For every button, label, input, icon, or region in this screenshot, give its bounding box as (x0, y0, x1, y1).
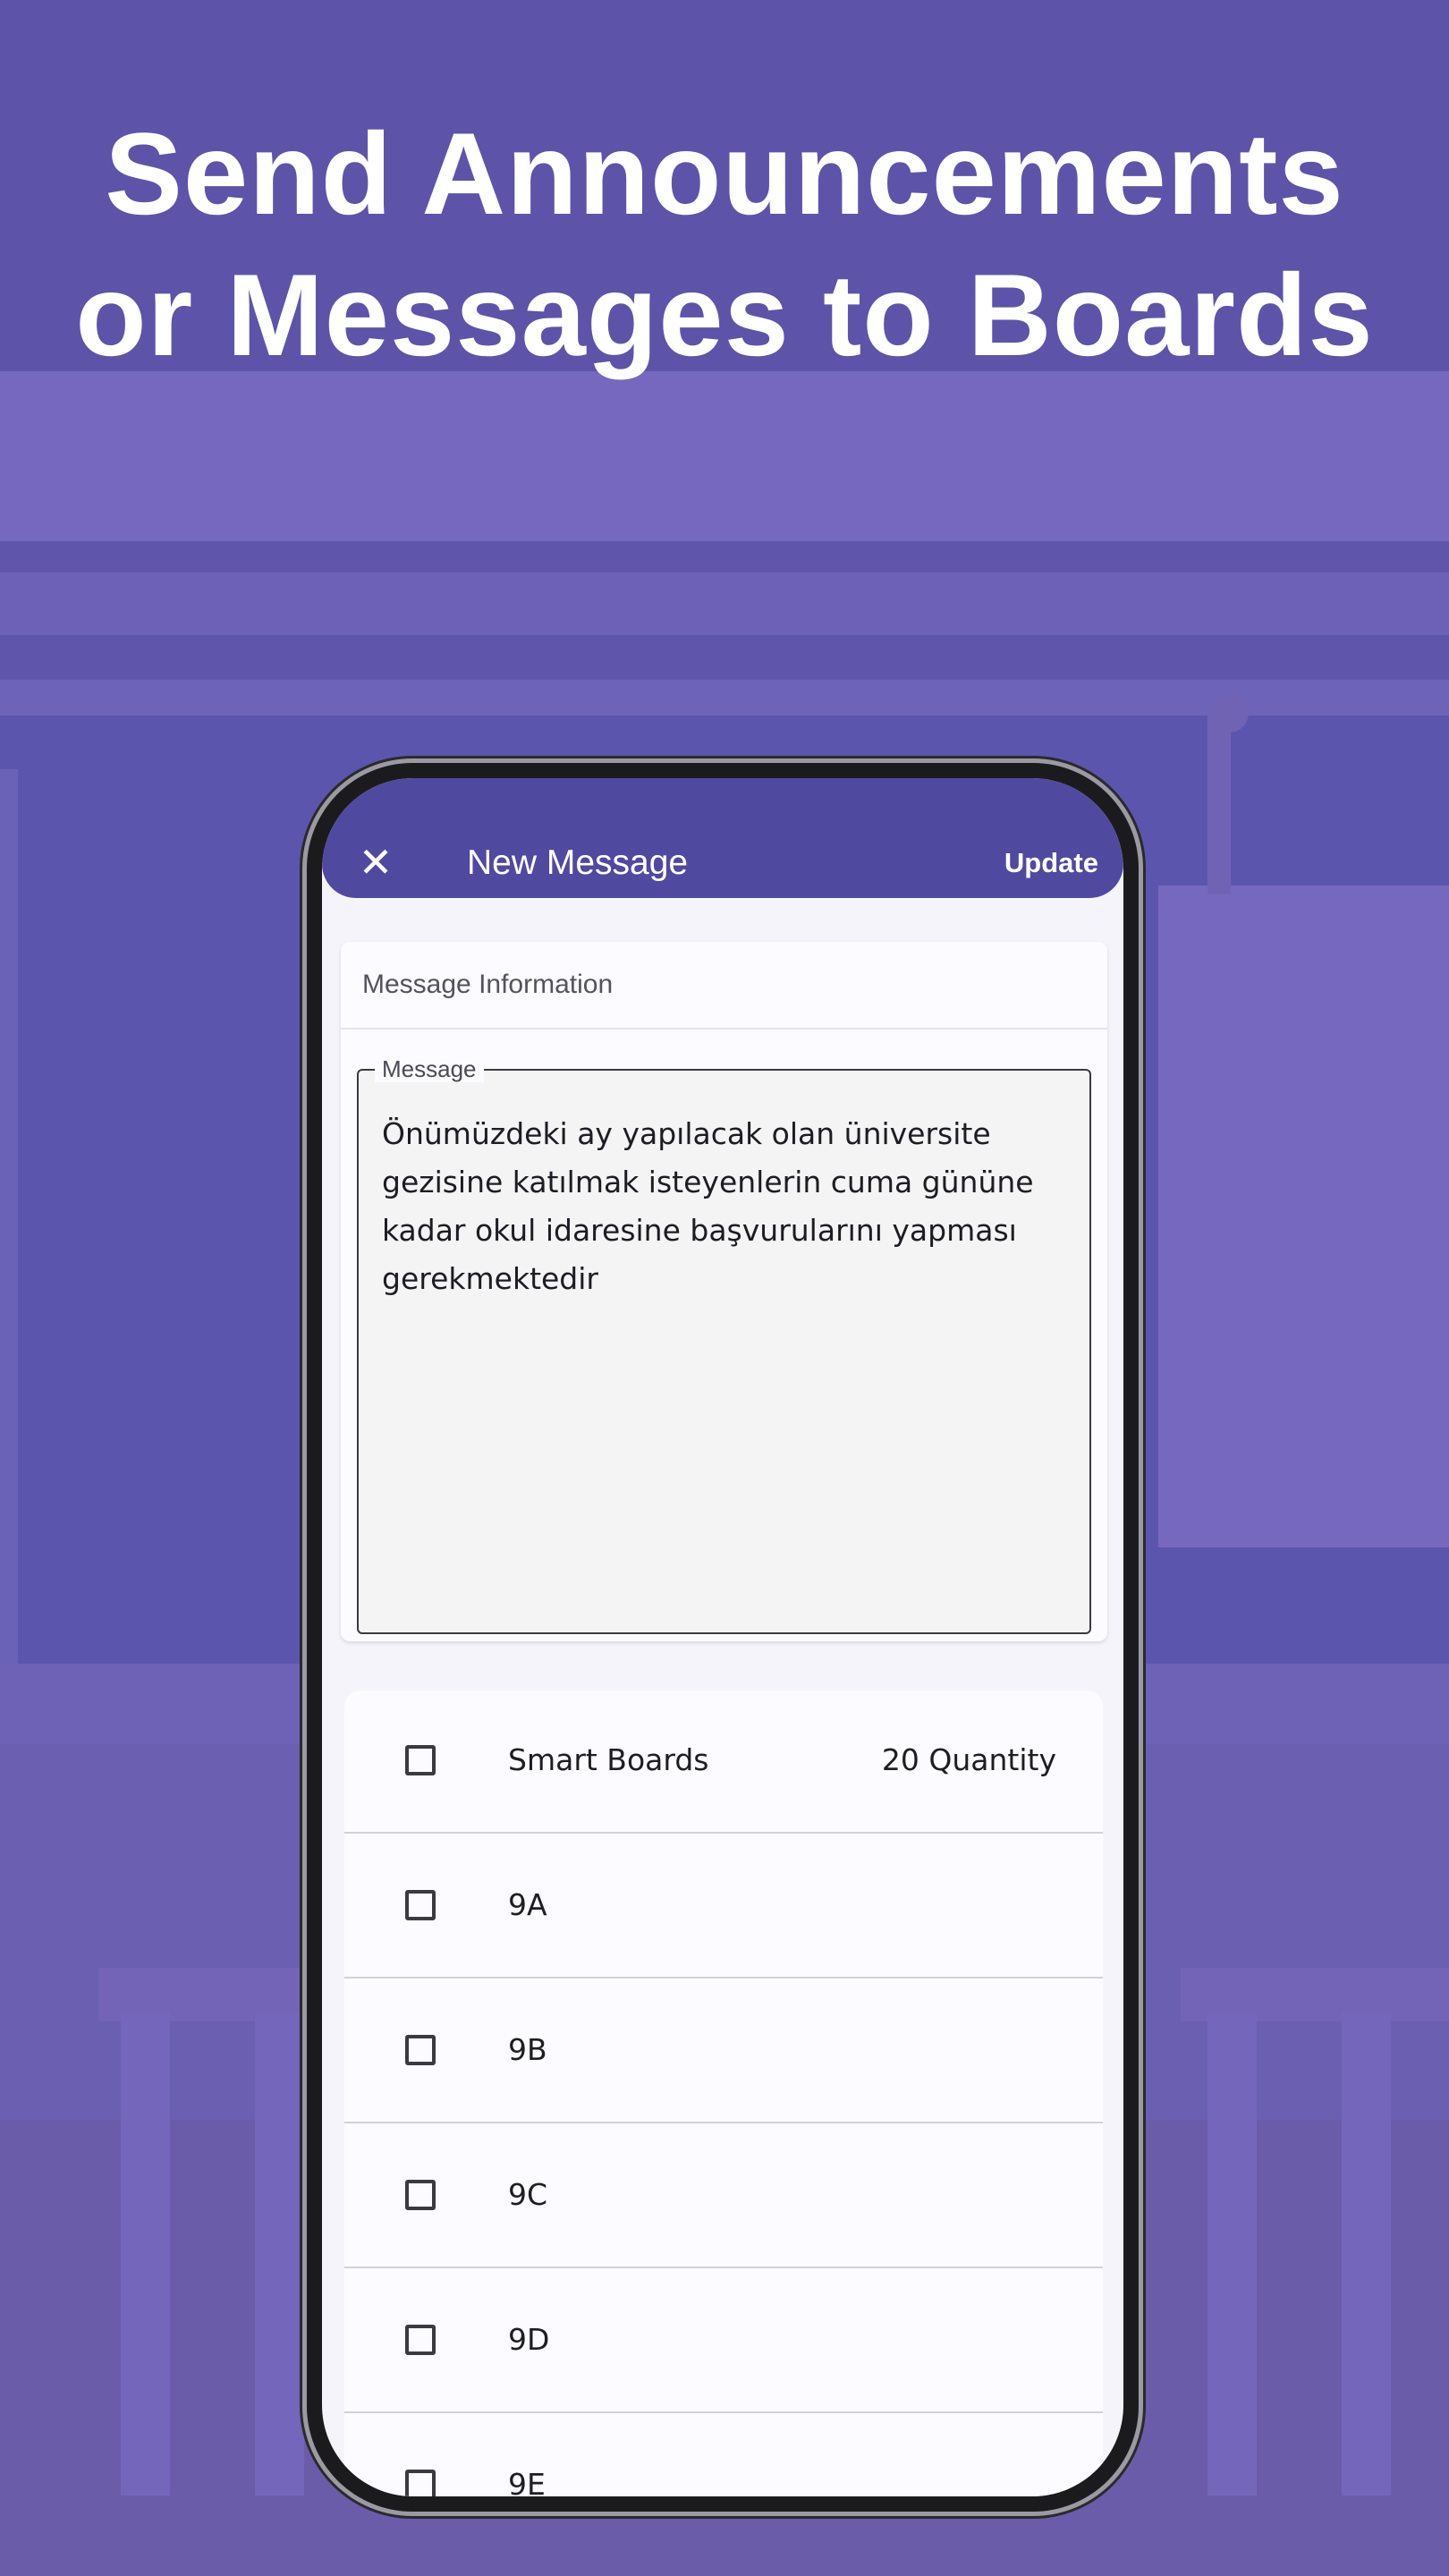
headline-line-2: or Messages to Boards (75, 250, 1374, 380)
message-information-card: Message Information Message Önümüzdeki a… (341, 942, 1107, 1641)
select-all-checkbox[interactable] (405, 1745, 436, 1775)
update-button[interactable]: Update (1004, 843, 1098, 884)
promo-headline: Send Announcements or Messages to Boards (0, 103, 1449, 386)
headline-line-1: Send Announcements (105, 108, 1344, 239)
section-title: Message Information (362, 970, 614, 999)
list-header-smart-boards[interactable]: Smart Boards 20 Quantity (344, 1690, 1103, 1834)
list-item-label: 9E (508, 2467, 546, 2496)
divider (344, 2122, 1103, 2123)
checkbox[interactable] (405, 2470, 436, 2496)
message-field-value[interactable]: Önümüzdeki ay yapılacak olan üniversite … (382, 1110, 1075, 1303)
checkbox[interactable] (405, 1890, 436, 1920)
divider (344, 1832, 1103, 1834)
divider (344, 2411, 1103, 2413)
boards-list: Smart Boards 20 Quantity 9A 9B 9C 9D 9E (344, 1690, 1103, 2496)
list-item[interactable]: 9D (344, 2270, 1103, 2413)
list-header-label: Smart Boards (508, 1742, 709, 1777)
phone-screen: ✕ New Message Update Message Information… (322, 778, 1123, 2496)
list-item[interactable]: 9E (344, 2415, 1103, 2496)
message-field-label: Message (375, 1055, 484, 1082)
divider (341, 1028, 1107, 1030)
divider (344, 2267, 1103, 2268)
list-item-label: 9A (508, 1887, 547, 1922)
quantity-label: 20 Quantity (881, 1742, 1056, 1777)
close-icon[interactable]: ✕ (351, 837, 401, 887)
list-item[interactable]: 9C (344, 2125, 1103, 2268)
divider (344, 1977, 1103, 1979)
list-item-label: 9D (508, 2322, 550, 2357)
list-item-label: 9B (508, 2032, 547, 2067)
list-item-label: 9C (508, 2177, 548, 2212)
list-item[interactable]: 9A (344, 1835, 1103, 1979)
list-item[interactable]: 9B (344, 1980, 1103, 2123)
message-field[interactable]: Message Önümüzdeki ay yapılacak olan üni… (357, 1055, 1091, 1634)
checkbox[interactable] (405, 2325, 436, 2355)
checkbox[interactable] (405, 2180, 436, 2210)
checkbox[interactable] (405, 2035, 436, 2065)
phone-frame: ✕ New Message Update Message Information… (307, 763, 1139, 2512)
app-bar: ✕ New Message Update (322, 778, 1123, 898)
page-title: New Message (467, 843, 689, 882)
